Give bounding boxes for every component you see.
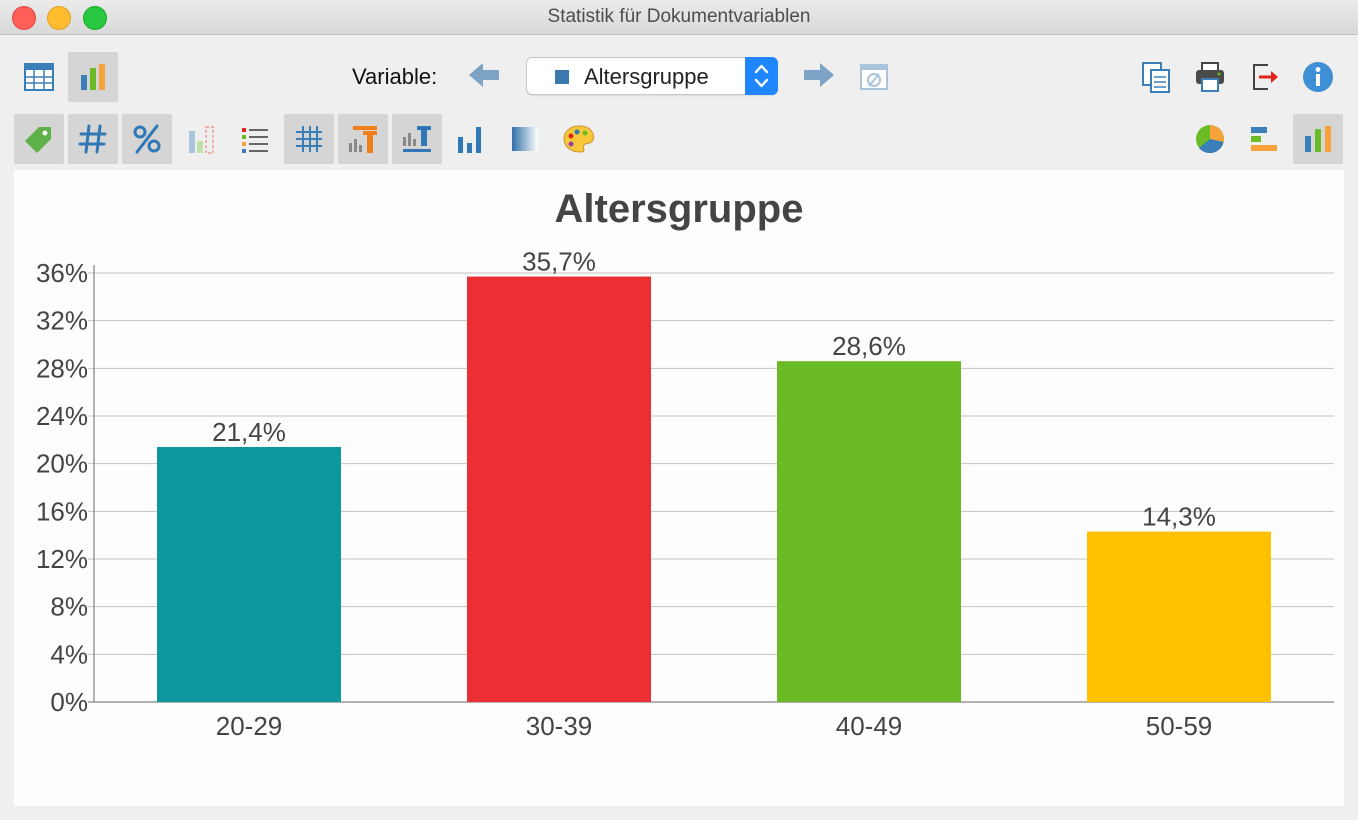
bar-40-49 <box>777 361 961 702</box>
variable-label: Variable: <box>352 64 438 89</box>
gradient-icon <box>512 127 538 151</box>
bar-50-59 <box>1087 531 1271 702</box>
missing-values-button[interactable] <box>849 52 899 102</box>
chevron-up-down-icon <box>754 64 769 88</box>
y-tick-label: 36% <box>36 258 88 288</box>
chart-title-icon <box>349 126 377 153</box>
hash-icon <box>78 124 107 154</box>
grid-icon <box>296 126 322 152</box>
title-bar: Statistik für Dokumentvariablen <box>0 0 1358 35</box>
bar-type-button[interactable] <box>446 114 496 164</box>
chart-labels-button[interactable] <box>392 114 442 164</box>
chart-title: Altersgruppe <box>555 187 804 231</box>
info-button[interactable] <box>1293 52 1343 102</box>
variable-select-value: Altersgruppe <box>584 64 709 89</box>
percent-icon <box>133 124 161 154</box>
bar-30-39 <box>467 276 651 702</box>
vertical-bar-button[interactable] <box>1293 114 1343 164</box>
previous-variable-button[interactable] <box>459 50 509 100</box>
pie-chart-button[interactable] <box>1185 114 1235 164</box>
y-tick-label: 4% <box>50 639 88 669</box>
chart-label-icon <box>403 126 431 152</box>
missing-values-icon <box>860 64 888 90</box>
chart-title-button[interactable] <box>338 114 388 164</box>
window-title: Statistik für Dokumentvariablen <box>547 6 811 27</box>
horizontal-bar-button[interactable] <box>1239 114 1289 164</box>
next-variable-button[interactable] <box>794 50 844 100</box>
tag-icon <box>25 127 51 153</box>
list-icon <box>242 128 268 153</box>
y-tick-label: 12% <box>36 544 88 574</box>
y-tick-label: 24% <box>36 401 88 431</box>
labels-button[interactable] <box>14 114 64 164</box>
data-label: 21,4% <box>212 417 286 447</box>
arrow-right-icon <box>804 63 834 87</box>
categories-list-button[interactable] <box>230 114 280 164</box>
y-tick-label: 20% <box>36 449 88 479</box>
y-tick-label: 28% <box>36 353 88 383</box>
arrow-left-icon <box>469 63 499 87</box>
frequency-button[interactable] <box>68 114 118 164</box>
bar-20-29 <box>157 446 341 702</box>
y-tick-label: 8% <box>50 592 88 622</box>
x-tick-label: 40-49 <box>836 711 903 741</box>
y-tick-label: 32% <box>36 306 88 336</box>
chart-view-button[interactable] <box>68 52 118 102</box>
chart-area: Altersgruppe 0% 4% 8% 12% 16% 20% 24% 28% 32% 36% 2… <box>14 170 1344 806</box>
y-tick-label: 16% <box>36 496 88 526</box>
missing-bar-button[interactable] <box>176 114 226 164</box>
data-label: 14,3% <box>1142 502 1216 532</box>
print-icon <box>1196 62 1224 92</box>
export-icon <box>1253 64 1278 90</box>
bar-chart-small-icon <box>458 127 481 153</box>
export-button[interactable] <box>1239 52 1289 102</box>
variable-color-swatch <box>555 70 569 84</box>
variable-select[interactable]: Altersgruppe <box>526 57 778 95</box>
copy-button[interactable] <box>1131 52 1181 102</box>
x-tick-label: 30-39 <box>526 711 593 741</box>
table-icon <box>24 63 54 91</box>
bar-chart: Altersgruppe 0% 4% 8% 12% 16% 20% 24% 28% 32% 36% 2… <box>36 187 1334 741</box>
print-button[interactable] <box>1185 52 1235 102</box>
percent-button[interactable] <box>122 114 172 164</box>
table-view-button[interactable] <box>14 52 64 102</box>
vertical-bar-icon <box>1305 126 1331 152</box>
data-label: 35,7% <box>522 247 596 277</box>
pie-chart-icon <box>1196 125 1224 154</box>
bar-missing-icon <box>189 126 214 154</box>
x-tick-label: 20-29 <box>216 711 283 741</box>
gridlines-button[interactable] <box>284 114 334 164</box>
y-tick-label: 0% <box>50 687 88 717</box>
select-stepper[interactable] <box>745 57 778 95</box>
bar-chart-icon <box>81 64 105 90</box>
gradient-button[interactable] <box>500 114 550 164</box>
horizontal-bar-icon <box>1251 127 1277 151</box>
x-tick-label: 50-59 <box>1146 711 1213 741</box>
color-palette-button[interactable] <box>554 114 604 164</box>
copy-icon <box>1142 62 1170 93</box>
palette-icon <box>563 125 594 153</box>
data-label: 28,6% <box>832 331 906 361</box>
info-icon <box>1303 62 1333 92</box>
statistics-window: Statistik für Dokumentvariablen Variable… <box>0 0 1358 820</box>
